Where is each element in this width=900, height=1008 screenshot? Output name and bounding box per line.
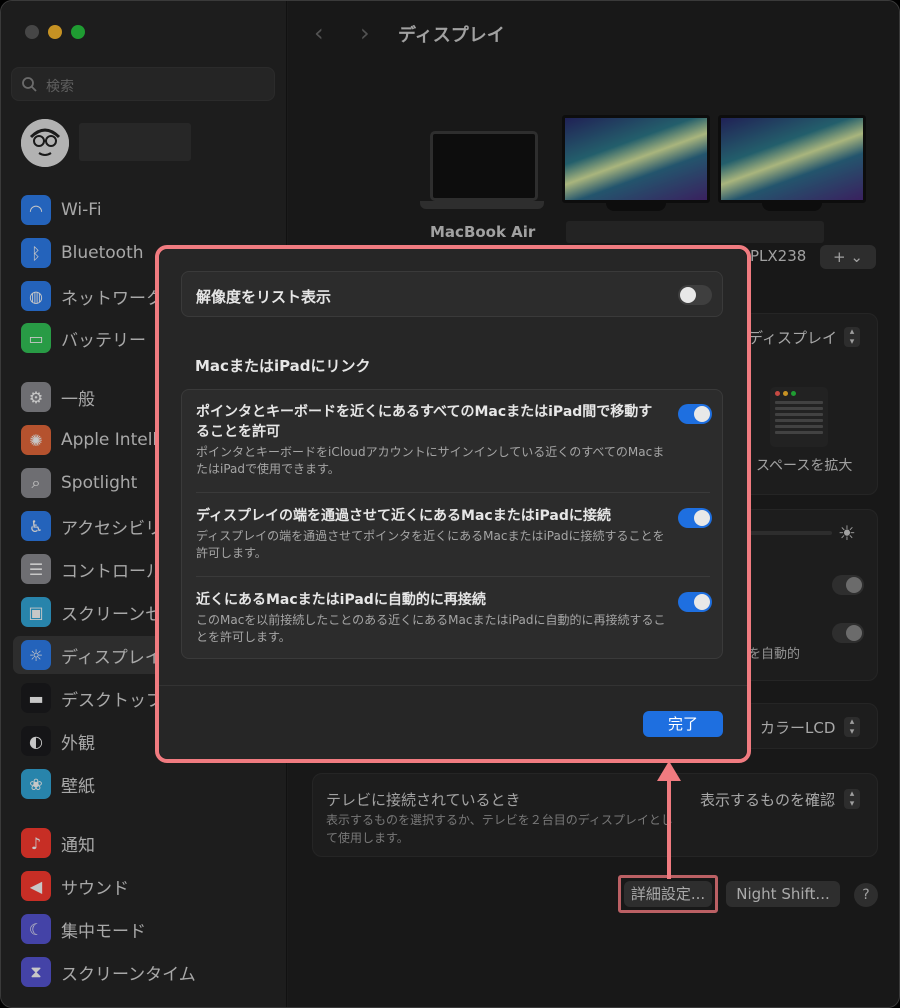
sheet-highlight-outline bbox=[155, 245, 751, 763]
system-settings-window: 検索 ◠ Wi-Fi ᛒ Bluetooth ◍ ネットワーク ▭ バッテリー ⚙ 一般 ✺ Appl… bbox=[0, 0, 900, 1008]
annotation-arrow-line bbox=[667, 773, 671, 879]
